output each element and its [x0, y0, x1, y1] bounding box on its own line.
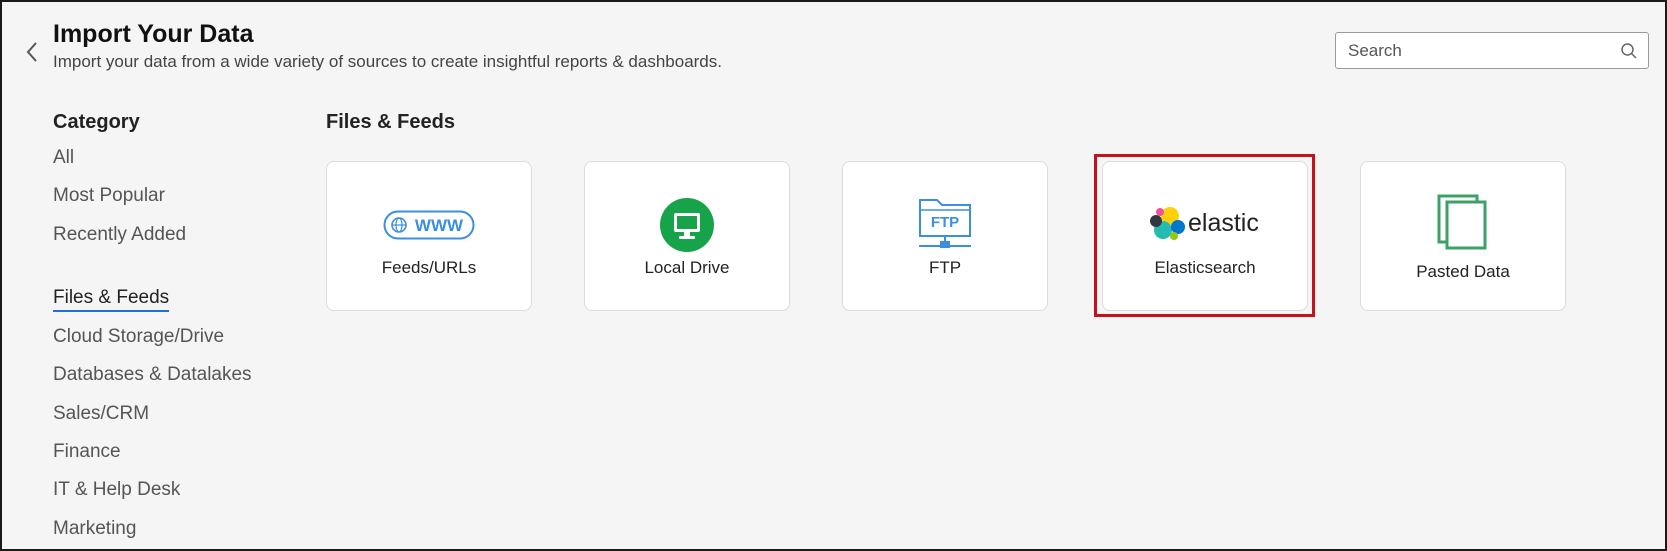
category-item-label: All — [53, 147, 75, 168]
card-label: Pasted Data — [1416, 262, 1510, 281]
category-item-label: Finance — [53, 441, 121, 462]
chevron-left-icon — [26, 42, 37, 62]
card-label: Feeds/URLs — [381, 258, 477, 277]
source-card-feeds-urls[interactable]: WWW Feeds/URLs — [326, 161, 532, 311]
category-item-databases[interactable]: Databases & Datalakes — [53, 364, 252, 386]
category-item-label: Marketing — [53, 518, 137, 539]
category-heading: Category — [53, 111, 140, 133]
category-item-label: IT & Help Desk — [53, 479, 181, 500]
monitor-icon — [660, 198, 714, 252]
category-item-sales-crm[interactable]: Sales/CRM — [53, 403, 149, 425]
category-item-files-feeds[interactable]: Files & Feeds — [53, 287, 170, 312]
card-label: FTP — [928, 258, 962, 277]
card-label: Elasticsearch — [1154, 258, 1256, 277]
category-item-cloud-storage[interactable]: Cloud Storage/Drive — [53, 326, 224, 348]
category-item-label: Files & Feeds — [53, 287, 170, 308]
page-title: Import Your Data — [53, 20, 254, 48]
www-globe-icon: WWW — [383, 210, 475, 240]
svg-text:FTP: FTP — [931, 214, 959, 231]
category-item-most-popular[interactable]: Most Popular — [53, 185, 165, 207]
active-underline — [53, 310, 170, 312]
source-card-local-drive[interactable]: Local Drive — [584, 161, 790, 311]
import-data-page: Import Your Data Import your data from a… — [0, 0, 1667, 551]
category-item-marketing[interactable]: Marketing — [53, 518, 136, 540]
elastic-logo: elastic — [1150, 207, 1259, 240]
category-item-recently-added[interactable]: Recently Added — [53, 224, 186, 246]
category-item-label: Recently Added — [53, 224, 187, 245]
category-item-label: Most Popular — [53, 185, 165, 206]
category-item-it-help-desk[interactable]: IT & Help Desk — [53, 479, 180, 501]
source-card-ftp[interactable]: FTP FTP — [842, 161, 1048, 311]
section-title: Files & Feeds — [326, 111, 455, 133]
category-item-label: Sales/CRM — [53, 403, 150, 424]
page-subtitle: Import your data from a wide variety of … — [53, 52, 722, 71]
source-card-elasticsearch[interactable]: elastic Elasticsearch — [1102, 161, 1308, 311]
card-label: Local Drive — [644, 258, 730, 277]
category-item-label: Databases & Datalakes — [53, 364, 252, 385]
source-card-pasted-data[interactable]: Pasted Data — [1360, 161, 1566, 311]
category-item-label: Cloud Storage/Drive — [53, 326, 225, 347]
copy-icon — [1437, 194, 1487, 250]
ftp-folder-icon: FTP — [919, 199, 971, 248]
search-input[interactable] — [1348, 33, 1608, 68]
svg-text:elastic: elastic — [1188, 209, 1259, 237]
svg-text:WWW: WWW — [415, 216, 464, 235]
category-item-all[interactable]: All — [53, 147, 74, 169]
category-item-finance[interactable]: Finance — [53, 441, 121, 463]
back-button[interactable] — [22, 40, 42, 64]
search-box[interactable] — [1335, 32, 1649, 69]
search-icon[interactable] — [1620, 42, 1638, 60]
